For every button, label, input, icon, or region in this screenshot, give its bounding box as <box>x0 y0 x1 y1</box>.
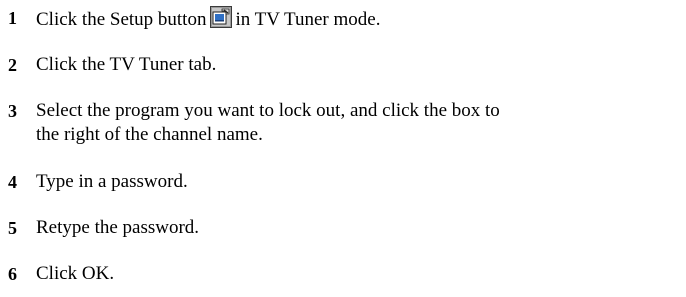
step-text-line-1: Select the program you want to lock out,… <box>36 100 500 121</box>
step-number: 5 <box>8 218 17 238</box>
step-text: Click the Setup button in TV Tuner mode. <box>36 6 681 32</box>
step-number: 2 <box>8 55 17 75</box>
step-text: Select the program you want to lock out,… <box>36 99 681 147</box>
step-text: Click OK. <box>36 263 115 284</box>
step-text-line-2: the right of the channel name. <box>36 124 263 145</box>
setup-icon <box>210 6 233 28</box>
step-text: Type in a password. <box>36 171 188 192</box>
step-text-after-icon: in TV Tuner mode. <box>235 9 381 30</box>
step-number: 1 <box>8 8 17 28</box>
step-number: 3 <box>8 101 17 121</box>
step-text-before-icon: Click the Setup button <box>36 9 207 30</box>
step-number: 4 <box>8 172 17 192</box>
instruction-steps: 1 Click the Setup button in TV Tuner mod… <box>0 0 686 297</box>
step-text: Click the TV Tuner tab. <box>36 54 217 75</box>
step-number: 6 <box>8 264 17 284</box>
step-text: Retype the password. <box>36 217 200 238</box>
